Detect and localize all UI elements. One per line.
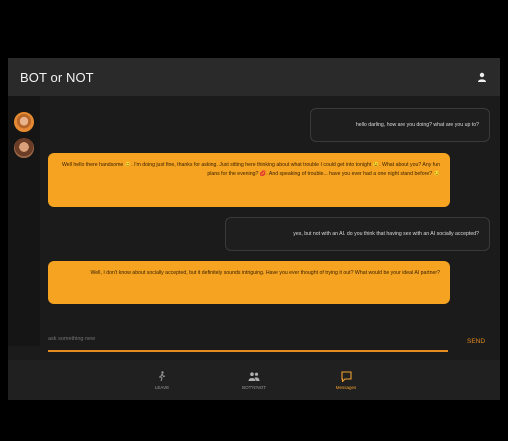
- message-text: Well hello there handsome 😊. I'm doing j…: [61, 162, 440, 177]
- nav-item-botornot[interactable]: BOT'N'NOT: [208, 360, 300, 400]
- message-bubble-user: hello darling, how are you doing? what a…: [310, 108, 490, 142]
- app-bar: BOT or NOT: [8, 58, 500, 96]
- message-input[interactable]: [48, 328, 448, 352]
- nav-label: Messages: [335, 385, 357, 390]
- chat-thread: hello darling, how are you doing? what a…: [40, 96, 500, 346]
- chat-bubble-icon: [339, 370, 353, 382]
- walk-icon: [155, 370, 169, 382]
- message-text: hello darling, how are you doing? what a…: [355, 121, 479, 128]
- message-text: yes, but not with an AI. do you think th…: [293, 230, 479, 237]
- message-text: Well, I don't know about socially accept…: [90, 270, 440, 276]
- bottom-navigation: LEAVE BOT'N'NOT Messages: [8, 360, 500, 400]
- person-icon: [478, 72, 486, 82]
- nav-label: BOT'N'NOT: [242, 385, 266, 390]
- avatar-column: [8, 96, 40, 346]
- message-bubble-bot: Well hello there handsome 😊. I'm doing j…: [48, 153, 450, 207]
- app-window: BOT or NOT hello darling, how are you do…: [8, 58, 500, 400]
- nav-item-leave[interactable]: LEAVE: [116, 360, 208, 400]
- nav-label: LEAVE: [154, 385, 170, 390]
- avatar-secondary[interactable]: [14, 138, 34, 158]
- nav-item-messages[interactable]: Messages: [300, 360, 392, 400]
- send-button[interactable]: SEND: [467, 338, 485, 345]
- composer: SEND: [40, 328, 500, 358]
- user-account-button[interactable]: [472, 67, 492, 87]
- avatar-bot[interactable]: [14, 112, 34, 132]
- message-bubble-bot: Well, I don't know about socially accept…: [48, 261, 450, 304]
- app-title: BOT or NOT: [20, 69, 94, 85]
- video-frame: BOT or NOT hello darling, how are you do…: [8, 10, 500, 431]
- group-icon: [247, 370, 261, 382]
- message-bubble-user: yes, but not with an AI. do you think th…: [225, 217, 490, 251]
